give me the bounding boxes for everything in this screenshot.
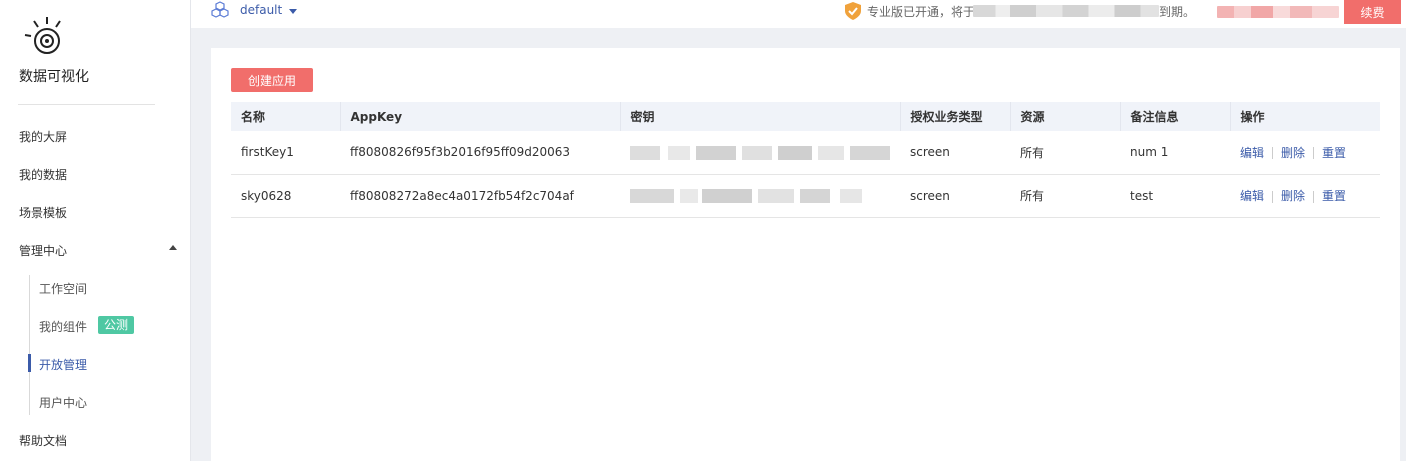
col-remark: 备注信息: [1120, 102, 1231, 131]
workspace-selector[interactable]: default: [240, 3, 282, 17]
nav-my-data[interactable]: 我的数据: [19, 166, 67, 183]
collapse-caret-icon[interactable]: [169, 245, 177, 250]
cell-actions: 编辑 删除 重置: [1230, 131, 1380, 175]
cell-secret: [620, 131, 900, 175]
nav-user-center[interactable]: 用户中心: [39, 394, 87, 411]
nav-help[interactable]: 帮助文档: [19, 432, 67, 449]
cell-appkey: ff8080826f95f3b2016f95ff09d20063: [340, 131, 620, 175]
beta-badge: 公测: [98, 316, 135, 334]
redacted-secret: [630, 188, 862, 203]
table-row: firstKey1 ff8080826f95f3b2016f95ff09d200…: [231, 131, 1380, 175]
edit-link[interactable]: 编辑: [1240, 146, 1264, 160]
brand-title: 数据可视化: [19, 69, 89, 85]
logo-icon: [24, 17, 61, 54]
pro-notice: 专业版已开通，将于: [867, 5, 976, 19]
reset-link[interactable]: 重置: [1322, 189, 1346, 203]
workspace-cubes-icon: [211, 1, 229, 18]
sidebar: 数据可视化 我的大屏 我的数据 场景模板 管理中心 工作空间 我的组件 公测 开…: [0, 0, 191, 461]
shield-check-icon: [845, 2, 861, 20]
cell-name: firstKey1: [231, 131, 340, 175]
action-divider: [1313, 190, 1315, 203]
cell-type: screen: [900, 131, 1010, 175]
create-app-button[interactable]: 创建应用: [231, 68, 313, 92]
action-divider: [1272, 147, 1274, 160]
cell-appkey: ff80808272a8ec4a0172fb54f2c704af: [340, 174, 620, 218]
content-panel: 创建应用 名称 AppKey 密钥 授权业务类型 资源 备注信息 操作 firs…: [211, 48, 1400, 461]
apps-table: 名称 AppKey 密钥 授权业务类型 资源 备注信息 操作 firstKey1…: [231, 102, 1380, 218]
renew-button[interactable]: 续费: [1344, 0, 1401, 24]
redacted-username: [1217, 6, 1339, 18]
cell-resource: 所有: [1010, 131, 1120, 175]
table-row: sky0628 ff80808272a8ec4a0172fb54f2c704af…: [231, 174, 1380, 218]
nav-open-management[interactable]: 开放管理: [39, 356, 87, 373]
nav-management[interactable]: 管理中心: [19, 242, 67, 259]
col-resource: 资源: [1010, 102, 1121, 131]
active-indicator: [28, 354, 31, 372]
nav-my-components[interactable]: 我的组件: [39, 318, 87, 335]
redacted-date: [973, 5, 1159, 17]
sidebar-divider: [18, 104, 155, 105]
cell-remark: num 1: [1120, 131, 1230, 175]
col-auth-type: 授权业务类型: [900, 102, 1011, 131]
cell-type: screen: [900, 174, 1010, 218]
chevron-down-icon[interactable]: [289, 9, 297, 14]
top-bar: default 专业版已开通，将于 到期。 续费: [191, 0, 1406, 28]
action-divider: [1313, 147, 1315, 160]
notice-suffix: 到期。: [1159, 5, 1196, 19]
delete-link[interactable]: 删除: [1281, 146, 1305, 160]
edit-link[interactable]: 编辑: [1240, 189, 1264, 203]
action-divider: [1272, 190, 1274, 203]
cell-actions: 编辑 删除 重置: [1230, 174, 1380, 218]
table-header-row: 名称 AppKey 密钥 授权业务类型 资源 备注信息 操作: [231, 102, 1380, 131]
cell-remark: test: [1120, 174, 1230, 218]
cell-secret: [620, 174, 900, 218]
nav-templates[interactable]: 场景模板: [19, 204, 67, 221]
reset-link[interactable]: 重置: [1322, 146, 1346, 160]
col-appkey: AppKey: [340, 102, 621, 131]
col-name: 名称: [231, 102, 341, 131]
cell-name: sky0628: [231, 174, 340, 218]
col-actions: 操作: [1230, 102, 1380, 131]
delete-link[interactable]: 删除: [1281, 189, 1305, 203]
nav-my-screens[interactable]: 我的大屏: [19, 128, 67, 145]
nav-workspace[interactable]: 工作空间: [39, 280, 87, 297]
col-secret: 密钥: [620, 102, 901, 131]
redacted-secret: [630, 145, 890, 160]
submenu-line: [29, 275, 30, 415]
cell-resource: 所有: [1010, 174, 1120, 218]
